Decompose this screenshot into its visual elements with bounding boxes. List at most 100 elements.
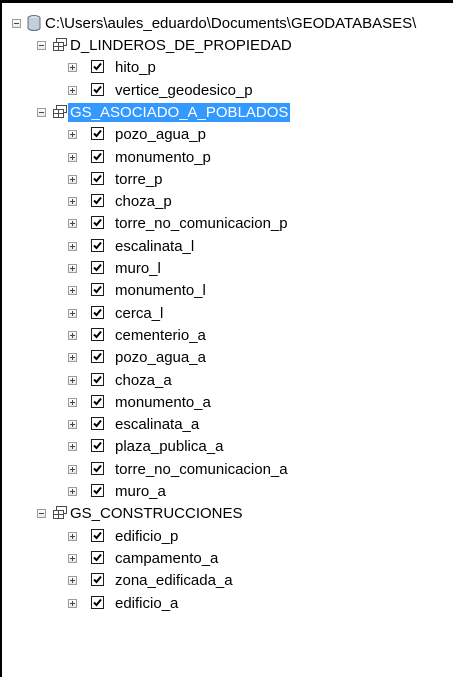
layer-label: edificio_p — [115, 528, 179, 545]
checkmark-icon — [93, 464, 102, 473]
layer-row[interactable]: edificio_a — [0, 594, 453, 616]
layer-row[interactable]: torre_no_comunicacion_p — [0, 214, 453, 236]
layer-checkbox[interactable] — [91, 283, 104, 296]
layer-row[interactable]: muro_l — [0, 259, 453, 281]
layer-checkbox[interactable] — [91, 127, 104, 140]
expand-icon[interactable] — [68, 487, 77, 496]
layer-row[interactable]: cementerio_a — [0, 326, 453, 348]
layer-label: torre_p — [115, 171, 163, 188]
layer-row[interactable]: edificio_p — [0, 527, 453, 549]
layer-checkbox[interactable] — [91, 194, 104, 207]
layer-label: edificio_a — [115, 595, 179, 612]
expand-icon[interactable] — [68, 576, 77, 585]
expand-icon[interactable] — [68, 197, 77, 206]
layer-label: monumento_a — [115, 394, 211, 411]
layer-label: campamento_a — [115, 550, 219, 567]
layer-checkbox[interactable] — [91, 551, 104, 564]
layer-row[interactable]: pozo_agua_a — [0, 348, 453, 370]
expand-icon[interactable] — [68, 532, 77, 541]
layer-checkbox[interactable] — [91, 306, 104, 319]
expand-icon[interactable] — [68, 309, 77, 318]
dataset-label: GS_ASOCIADO_A_POBLADOS — [68, 103, 291, 122]
layer-row[interactable]: choza_p — [0, 192, 453, 214]
layer-row[interactable]: monumento_p — [0, 148, 453, 170]
expand-icon[interactable] — [68, 175, 77, 184]
layer-row[interactable]: choza_a — [0, 371, 453, 393]
layer-checkbox[interactable] — [91, 350, 104, 363]
expand-icon[interactable] — [68, 420, 77, 429]
checkmark-icon — [93, 174, 102, 183]
expand-icon[interactable] — [68, 442, 77, 451]
expand-icon[interactable] — [68, 242, 77, 251]
expand-icon[interactable] — [68, 376, 77, 385]
expand-icon[interactable] — [68, 599, 77, 608]
expand-icon[interactable] — [68, 86, 77, 95]
layer-label: choza_a — [115, 372, 172, 389]
layer-checkbox[interactable] — [91, 150, 104, 163]
feature-dataset-icon — [52, 37, 68, 56]
layer-label: vertice_geodesico_p — [115, 82, 253, 99]
layer-row[interactable]: muro_a — [0, 482, 453, 504]
layer-row[interactable]: plaza_publica_a — [0, 437, 453, 459]
layer-checkbox[interactable] — [91, 328, 104, 341]
layer-checkbox[interactable] — [91, 239, 104, 252]
layer-checkbox[interactable] — [91, 529, 104, 542]
database-icon — [27, 15, 41, 35]
dataset-row[interactable]: GS_ASOCIADO_A_POBLADOS — [0, 103, 453, 125]
layer-checkbox[interactable] — [91, 596, 104, 609]
layer-row[interactable]: torre_p — [0, 170, 453, 192]
layer-checkbox[interactable] — [91, 261, 104, 274]
layer-row[interactable]: torre_no_comunicacion_a — [0, 460, 453, 482]
layer-row[interactable]: monumento_a — [0, 393, 453, 415]
layer-checkbox[interactable] — [91, 60, 104, 73]
collapse-icon[interactable] — [37, 509, 46, 518]
layer-row[interactable]: escalinata_a — [0, 415, 453, 437]
layer-checkbox[interactable] — [91, 172, 104, 185]
expand-icon[interactable] — [68, 153, 77, 162]
layer-row[interactable]: zona_edificada_a — [0, 571, 453, 593]
checkmark-icon — [93, 553, 102, 562]
layer-checkbox[interactable] — [91, 573, 104, 586]
layer-label: monumento_p — [115, 149, 211, 166]
expand-icon[interactable] — [68, 554, 77, 563]
layer-row[interactable]: campamento_a — [0, 549, 453, 571]
layer-checkbox[interactable] — [91, 462, 104, 475]
checkmark-icon — [93, 152, 102, 161]
layer-row[interactable]: monumento_l — [0, 281, 453, 303]
checkmark-icon — [93, 218, 102, 227]
dataset-row[interactable]: D_LINDEROS_DE_PROPIEDAD — [0, 36, 453, 58]
layer-row[interactable]: vertice_geodesico_p — [0, 81, 453, 103]
layer-checkbox[interactable] — [91, 373, 104, 386]
layer-row[interactable]: pozo_agua_p — [0, 125, 453, 147]
expand-icon[interactable] — [68, 63, 77, 72]
expand-icon[interactable] — [68, 331, 77, 340]
feature-dataset-icon — [52, 505, 68, 524]
dataset-row[interactable]: GS_CONSTRUCCIONES — [0, 504, 453, 526]
layer-row[interactable]: cerca_l — [0, 304, 453, 326]
expand-icon[interactable] — [68, 465, 77, 474]
layer-label: monumento_l — [115, 282, 206, 299]
layer-checkbox[interactable] — [91, 484, 104, 497]
layer-checkbox[interactable] — [91, 395, 104, 408]
layer-checkbox[interactable] — [91, 417, 104, 430]
collapse-icon[interactable] — [37, 108, 46, 117]
checkmark-icon — [93, 486, 102, 495]
collapse-icon[interactable] — [37, 41, 46, 50]
layer-checkbox[interactable] — [91, 83, 104, 96]
collapse-icon[interactable] — [12, 19, 21, 28]
tree-root-row[interactable]: C:\Users\aules_eduardo\Documents\GEODATA… — [0, 14, 453, 36]
expand-icon[interactable] — [68, 286, 77, 295]
layer-label: torre_no_comunicacion_a — [115, 461, 288, 478]
layer-checkbox[interactable] — [91, 439, 104, 452]
layer-checkbox[interactable] — [91, 216, 104, 229]
layer-row[interactable]: escalinata_l — [0, 237, 453, 259]
expand-icon[interactable] — [68, 398, 77, 407]
expand-icon[interactable] — [68, 219, 77, 228]
checkmark-icon — [93, 129, 102, 138]
expand-icon[interactable] — [68, 353, 77, 362]
expand-icon[interactable] — [68, 130, 77, 139]
layer-label: muro_l — [115, 260, 161, 277]
dataset-label: D_LINDEROS_DE_PROPIEDAD — [70, 37, 292, 54]
layer-row[interactable]: hito_p — [0, 58, 453, 80]
expand-icon[interactable] — [68, 264, 77, 273]
